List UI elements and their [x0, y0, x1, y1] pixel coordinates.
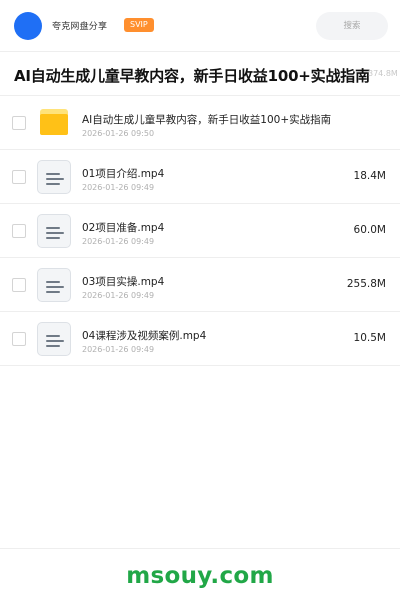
total-size: 374.8M	[368, 69, 398, 78]
file-date: 2026-01-26 09:50	[82, 129, 155, 138]
avatar[interactable]	[14, 12, 42, 40]
file-size: 255.8M	[346, 278, 386, 290]
select-checkbox[interactable]	[12, 278, 26, 292]
file-name[interactable]: 04课程涉及视频案例.mp4	[82, 328, 206, 343]
file-size: 60.0M	[353, 224, 386, 236]
page-title: AI自动生成儿童早教内容，新手日收益100+实战指南	[14, 67, 370, 85]
select-checkbox[interactable]	[12, 116, 26, 130]
file-name[interactable]: AI自动生成儿童早教内容，新手日收益100+实战指南	[82, 112, 331, 127]
folder-icon	[37, 106, 71, 140]
site-watermark: msouy.com	[126, 563, 274, 589]
file-date: 2026-01-26 09:49	[82, 237, 155, 246]
svip-badge: SVIP	[124, 18, 154, 32]
file-name[interactable]: 03项目实操.mp4	[82, 274, 164, 289]
video-file-icon	[37, 268, 71, 302]
select-checkbox[interactable]	[12, 170, 26, 184]
file-list: AI自动生成儿童早教内容，新手日收益100+实战指南 2026-01-26 09…	[0, 96, 400, 366]
file-name[interactable]: 01项目介绍.mp4	[82, 166, 164, 181]
share-title-bar: AI自动生成儿童早教内容，新手日收益100+实战指南 374.8M	[0, 52, 400, 96]
video-file-icon	[37, 322, 71, 356]
file-date: 2026-01-26 09:49	[82, 183, 155, 192]
app-header: 夸克网盘分享 SVIP	[0, 0, 400, 52]
file-size: 18.4M	[353, 170, 386, 182]
file-date: 2026-01-26 09:49	[82, 291, 155, 300]
file-date: 2026-01-26 09:49	[82, 345, 155, 354]
list-item[interactable]: 01项目介绍.mp4 2026-01-26 09:49 18.4M	[0, 150, 400, 204]
video-file-icon	[37, 214, 71, 248]
footer: msouy.com	[0, 548, 400, 600]
file-name[interactable]: 02项目准备.mp4	[82, 220, 164, 235]
list-item[interactable]: 04课程涉及视频案例.mp4 2026-01-26 09:49 10.5M	[0, 312, 400, 366]
list-item[interactable]: 02项目准备.mp4 2026-01-26 09:49 60.0M	[0, 204, 400, 258]
select-checkbox[interactable]	[12, 332, 26, 346]
brand-name: 夸克网盘分享	[52, 22, 108, 32]
select-checkbox[interactable]	[12, 224, 26, 238]
file-size: 10.5M	[353, 332, 386, 344]
list-item[interactable]: AI自动生成儿童早教内容，新手日收益100+实战指南 2026-01-26 09…	[0, 96, 400, 150]
video-file-icon	[37, 160, 71, 194]
search-input[interactable]	[316, 12, 388, 40]
list-item[interactable]: 03项目实操.mp4 2026-01-26 09:49 255.8M	[0, 258, 400, 312]
